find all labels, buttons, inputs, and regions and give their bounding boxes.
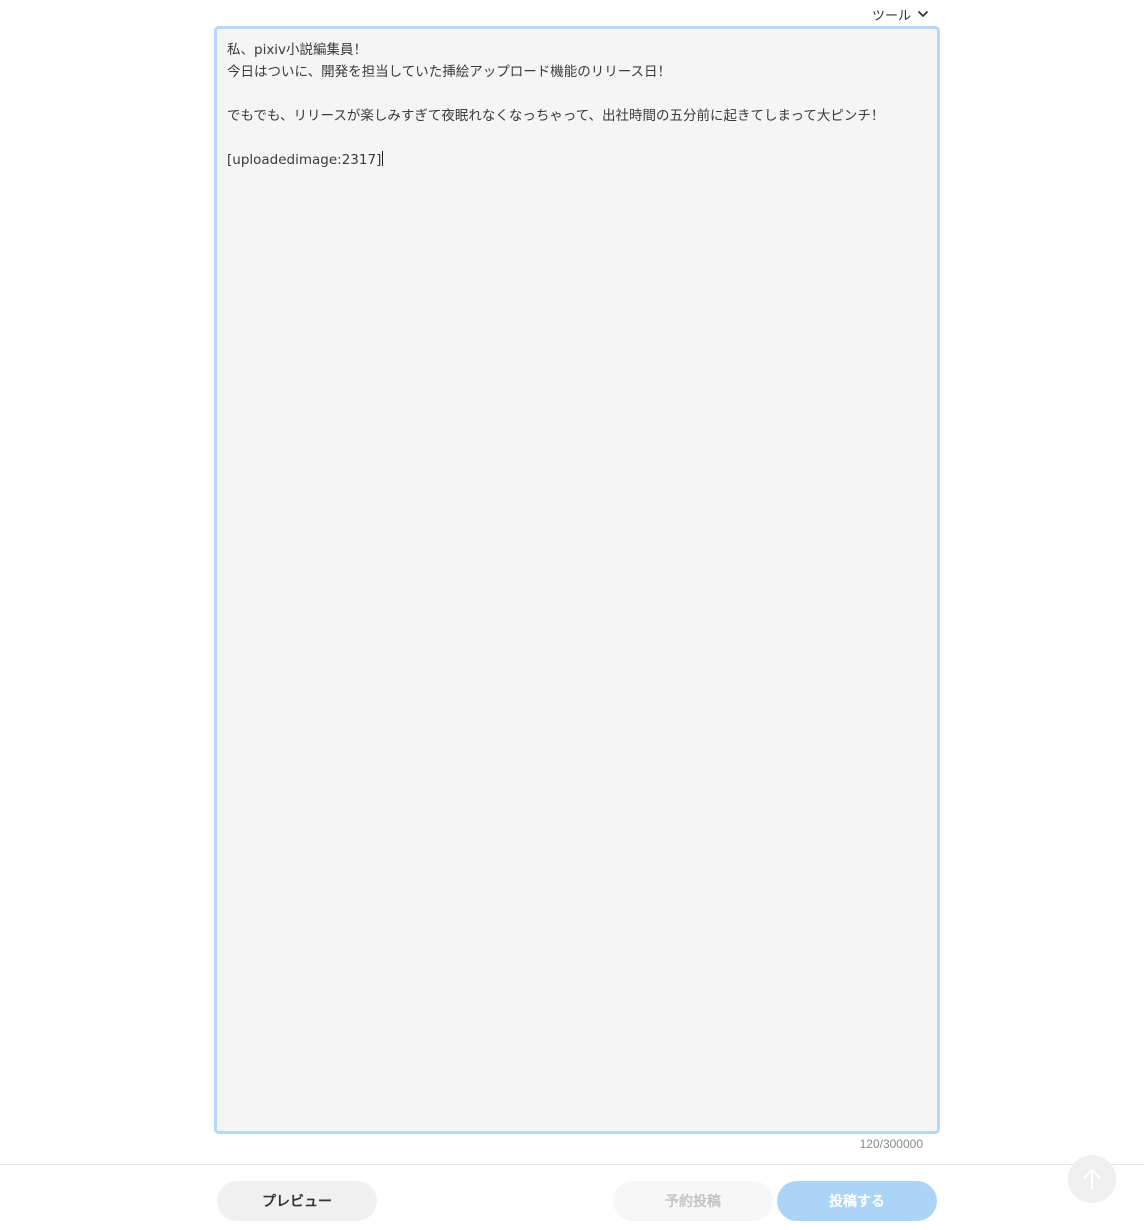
body-textarea[interactable]: 私、pixiv小説編集員！ 今日はついに、開発を担当していた挿絵アップロード機能…	[214, 26, 940, 1134]
preview-button[interactable]: プレビュー	[217, 1181, 377, 1221]
body-text: 私、pixiv小説編集員！ 今日はついに、開発を担当していた挿絵アップロード機能…	[227, 42, 885, 168]
tools-dropdown-toggle[interactable]: ツール	[872, 4, 929, 24]
novel-editor-page: ツール 私、pixiv小説編集員！ 今日はついに、開発を担当していた挿絵アップロ…	[0, 0, 1144, 1230]
footer-divider	[0, 1164, 1144, 1165]
tools-label: ツール	[872, 8, 912, 24]
arrow-up-icon	[1083, 1169, 1101, 1190]
character-count: 120/300000	[859, 1137, 923, 1151]
scroll-to-top-button[interactable]	[1068, 1155, 1116, 1203]
text-caret	[382, 151, 384, 166]
chevron-down-icon	[918, 11, 928, 17]
schedule-post-button[interactable]: 予約投稿	[613, 1181, 773, 1221]
submit-post-button[interactable]: 投稿する	[777, 1181, 937, 1221]
